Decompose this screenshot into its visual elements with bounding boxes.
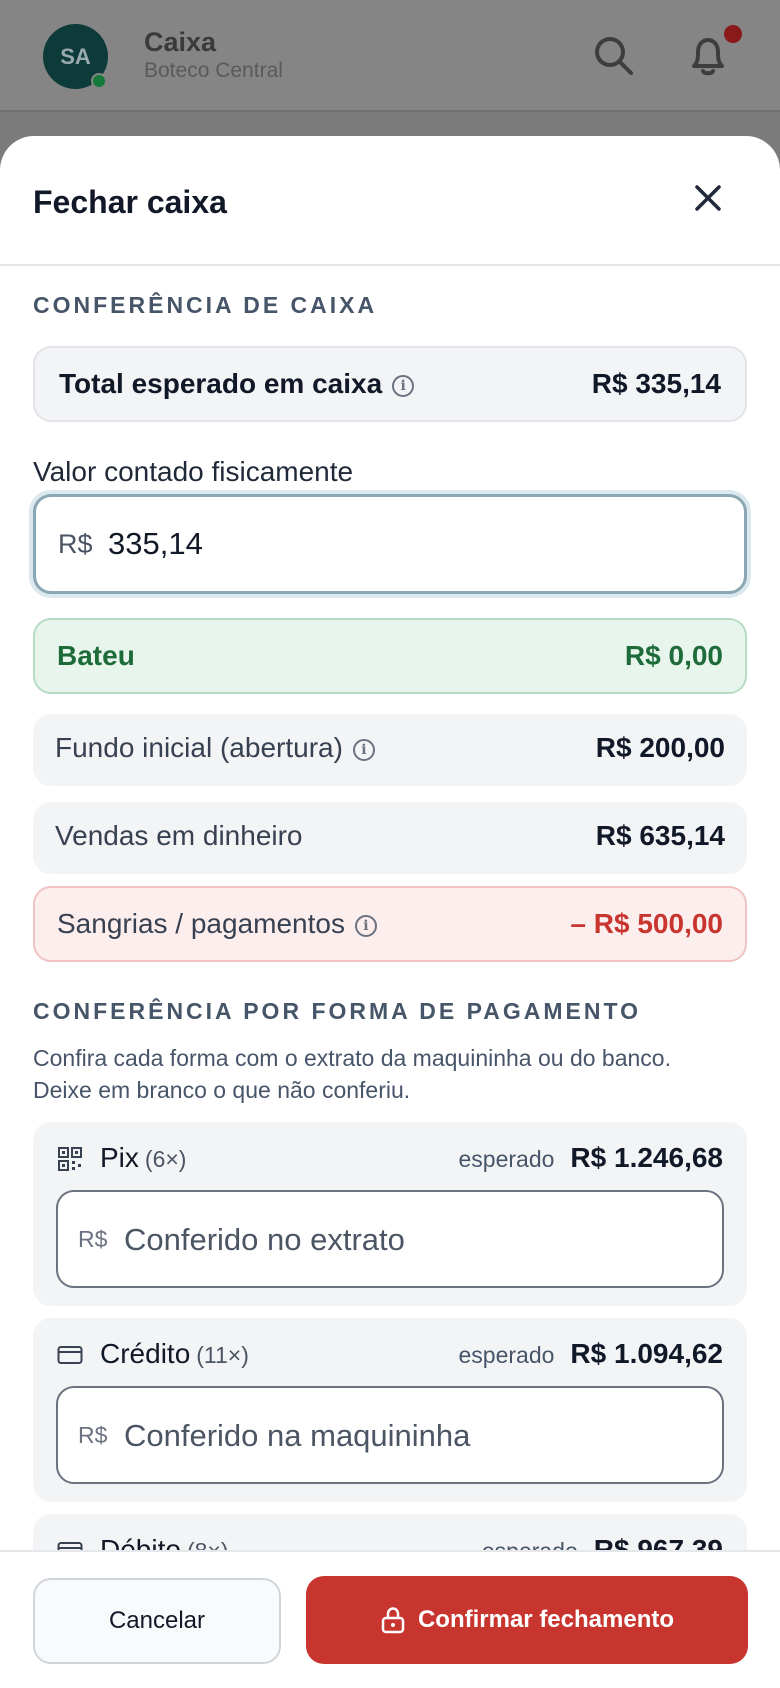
payment-method-pix: Pix (6×) esperado R$ 1.246,68 R$ Conferido… — [33, 1122, 747, 1306]
opening-fund-label: Fundo inicial (abertura) — [55, 732, 343, 763]
payment-check-help: Confira cada forma com o extrato da maqu… — [33, 1042, 753, 1106]
info-icon[interactable]: i — [392, 375, 415, 397]
opening-fund-row: Fundo inicial (abertura) i R$ 200,00 — [33, 714, 747, 786]
payment-method-count: (6×) — [144, 1146, 187, 1172]
expected-total-row: Total esperado em caixa i R$ 335,14 — [33, 346, 747, 422]
payment-method-expected: R$ 1.094,62 — [570, 1338, 723, 1369]
confirm-button-label: Confirmar fechamento — [417, 1606, 675, 1633]
confirm-close-button[interactable]: Confirmar fechamento — [306, 1576, 748, 1664]
cash-sales-label: Vendas em dinheiro — [55, 820, 303, 851]
payment-method-expected: R$ 1.246,68 — [570, 1142, 723, 1173]
counted-value: 335,14 — [108, 526, 203, 561]
counted-currency: R$ — [58, 529, 93, 559]
pix-checked-input[interactable]: R$ Conferido no extrato — [56, 1190, 724, 1288]
avatar-initials: SA — [60, 43, 91, 69]
expected-word: esperado — [458, 1146, 555, 1172]
payment-check-section-title: CONFERÊNCIA POR FORMA DE PAGAMENTO — [33, 998, 642, 1024]
expected-total-value: R$ 335,14 — [591, 368, 721, 399]
withdrawals-value: – R$ 500,00 — [570, 908, 723, 939]
currency-prefix: R$ — [78, 1226, 108, 1252]
sheet-footer: Cancelar Confirmar fechamento — [0, 1550, 780, 1688]
online-status-dot — [91, 73, 107, 89]
info-icon[interactable]: i — [354, 915, 377, 937]
cancel-button-label: Cancelar — [108, 1607, 206, 1634]
cancel-button[interactable]: Cancelar — [33, 1578, 281, 1664]
app-title: Caixa — [144, 27, 217, 57]
close-icon[interactable] — [688, 178, 728, 218]
cash-sales-row: Vendas em dinheiro R$ 635,14 — [33, 802, 747, 874]
search-icon[interactable] — [592, 34, 634, 76]
cash-check-section-title: CONFERÊNCIA DE CAIXA — [33, 292, 378, 318]
input-placeholder: Conferido na maquininha — [124, 1418, 471, 1453]
credit-card-icon — [57, 1346, 83, 1364]
payment-method-name: Crédito — [100, 1338, 191, 1369]
payment-method-name: Pix — [100, 1142, 139, 1173]
info-icon[interactable]: i — [352, 739, 375, 761]
credit-checked-input[interactable]: R$ Conferido na maquininha — [56, 1386, 724, 1484]
currency-prefix: R$ — [78, 1422, 108, 1448]
cash-sales-value: R$ 635,14 — [595, 820, 725, 851]
app-subtitle: Boteco Central — [144, 59, 283, 82]
sheet-header: Fechar caixa — [0, 136, 780, 266]
difference-status: Bateu — [57, 640, 135, 671]
expected-total-label: Total esperado em caixa — [59, 368, 383, 399]
qr-code-icon — [58, 1147, 82, 1171]
sheet-title: Fechar caixa — [33, 184, 227, 220]
withdrawals-label: Sangrias / pagamentos — [57, 908, 345, 939]
bell-icon[interactable] — [686, 32, 730, 78]
app-header: SA Caixa Boteco Central — [0, 0, 780, 112]
expected-word: esperado — [458, 1342, 555, 1368]
counted-value-input[interactable]: R$ 335,14 — [33, 494, 747, 594]
payment-method-count: (11×) — [196, 1342, 249, 1368]
close-register-sheet: Fechar caixa CONFERÊNCIA DE CAIXA Total … — [0, 136, 780, 1688]
opening-fund-value: R$ 200,00 — [595, 732, 725, 763]
help-line-1: Confira cada forma com o extrato da maqu… — [33, 1045, 671, 1071]
withdrawals-row: Sangrias / pagamentos i – R$ 500,00 — [33, 886, 747, 962]
lock-icon — [381, 1607, 405, 1634]
notification-badge — [724, 25, 742, 43]
difference-value: R$ 0,00 — [624, 640, 723, 671]
input-placeholder: Conferido no extrato — [124, 1222, 405, 1257]
help-line-2: Deixe em branco o que não conferiu. — [33, 1077, 411, 1103]
payment-method-credit: Crédito (11×) esperado R$ 1.094,62 R$ Conf… — [33, 1318, 747, 1502]
difference-result-row: Bateu R$ 0,00 — [33, 618, 747, 694]
counted-value-label: Valor contado fisicamente — [33, 456, 354, 487]
